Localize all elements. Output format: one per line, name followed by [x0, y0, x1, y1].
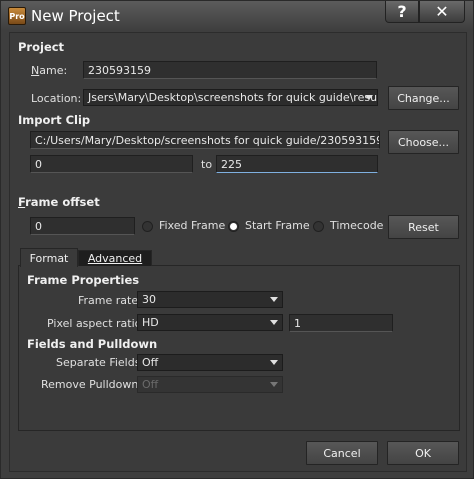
reset-button[interactable]: Reset — [388, 215, 459, 239]
chevron-down-icon — [270, 360, 278, 365]
name-label: Name: — [31, 64, 68, 77]
chevron-down-icon — [270, 382, 278, 387]
chevron-down-icon — [270, 320, 278, 325]
app-icon: Pro — [8, 7, 26, 25]
fixed-frame-label[interactable]: Fixed Frame — [159, 219, 225, 232]
timecode-label[interactable]: Timecode — [330, 219, 383, 232]
to-label: to — [201, 158, 213, 171]
frame-offset-section-title: Frame offset — [18, 195, 100, 209]
remove-pulldown-label: Remove Pulldown — [41, 378, 139, 391]
remove-pulldown-dropdown: Off — [137, 376, 283, 393]
import-clip-section-title: Import Clip — [18, 113, 91, 127]
new-project-dialog: Pro New Project ? ✕ Project Name: 230593… — [0, 0, 474, 479]
close-button[interactable]: ✕ — [419, 1, 465, 23]
project-section-title: Project — [18, 40, 65, 54]
fields-pulldown-title: Fields and Pulldown — [27, 337, 158, 351]
separate-fields-dropdown[interactable]: Off — [137, 354, 283, 371]
fixed-frame-radio[interactable] — [142, 221, 153, 232]
clip-path-input[interactable]: C:/Users/Mary/Desktop/screenshots for qu… — [30, 131, 380, 149]
location-label: Location: — [31, 92, 82, 105]
pixel-aspect-label: Pixel aspect ratio — [47, 317, 142, 330]
location-dropdown[interactable]: Jsers\Mary\Desktop\screenshots for quick… — [83, 89, 378, 106]
clip-end-input[interactable]: 225 — [216, 155, 378, 173]
tab-format[interactable]: Format — [20, 248, 78, 267]
change-location-button[interactable]: Change... — [388, 86, 459, 110]
dialog-body: Project Name: 230593159 Location: Jsers\… — [9, 32, 467, 472]
timecode-radio[interactable] — [313, 221, 324, 232]
project-name-input[interactable]: 230593159 — [83, 61, 377, 79]
frame-properties-title: Frame Properties — [27, 273, 140, 287]
frame-offset-input[interactable]: 0 — [30, 217, 135, 235]
frame-rate-dropdown[interactable]: 30 — [137, 291, 283, 308]
chevron-down-icon — [365, 95, 373, 100]
start-frame-radio[interactable] — [228, 221, 239, 232]
separate-fields-label: Separate Fields — [56, 356, 141, 369]
title-bar[interactable]: Pro New Project ? ✕ — [1, 1, 473, 31]
chevron-down-icon — [270, 297, 278, 302]
pixel-aspect-dropdown[interactable]: HD — [137, 314, 283, 331]
tab-advanced[interactable]: Advanced — [78, 250, 152, 266]
help-button[interactable]: ? — [385, 1, 419, 23]
choose-clip-button[interactable]: Choose... — [388, 130, 459, 154]
clip-start-input[interactable]: 0 — [30, 155, 193, 173]
window-title: New Project — [31, 7, 120, 25]
pixel-aspect-value-input[interactable]: 1 — [289, 314, 393, 332]
start-frame-label[interactable]: Start Frame — [245, 219, 310, 232]
cancel-button[interactable]: Cancel — [306, 441, 378, 465]
frame-rate-label: Frame rate — [78, 294, 139, 307]
ok-button[interactable]: OK — [387, 441, 459, 465]
